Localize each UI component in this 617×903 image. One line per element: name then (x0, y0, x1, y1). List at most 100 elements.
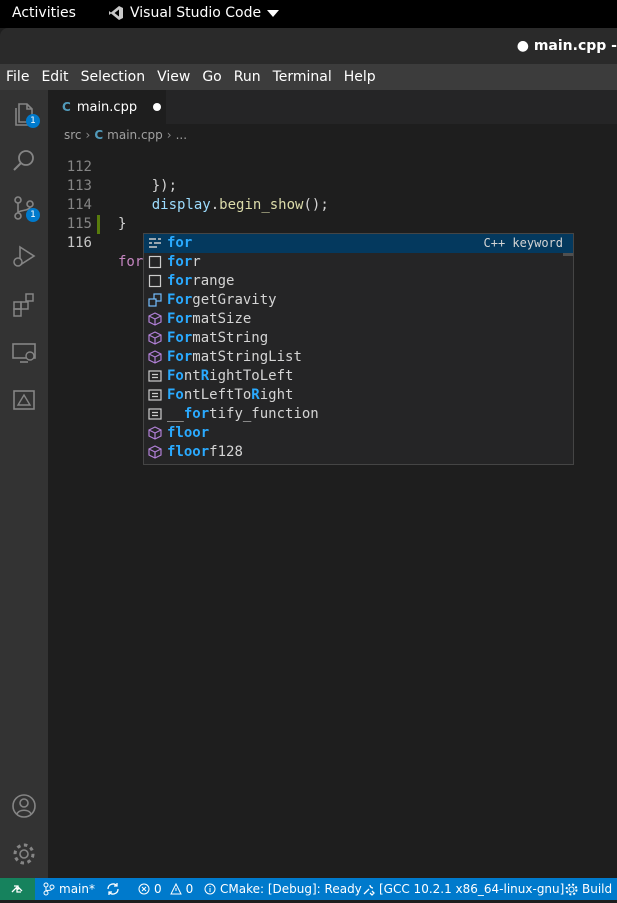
suggest-widget[interactable]: for C++ keyword forr forrange ForgetGravity F… (143, 233, 574, 465)
suggest-item[interactable]: FormatSize (144, 310, 573, 329)
suggest-item-label: FontLeftToRight (167, 387, 294, 403)
menu-terminal[interactable]: Terminal (267, 69, 338, 85)
suggest-item-label: for (167, 235, 193, 251)
explorer-badge: 1 (26, 114, 40, 128)
suggest-item-label: floorf128 (167, 444, 243, 460)
typed-keyword: for (118, 254, 144, 270)
vscode-app-icon (108, 5, 124, 21)
suggest-item[interactable]: FontRightToLeft (144, 367, 573, 386)
suggest-item[interactable]: FontLeftToRight (144, 386, 573, 405)
code-line: 115 (48, 196, 617, 232)
problems-status[interactable]: 0 0 (138, 878, 193, 900)
code-line: 112 }); (48, 146, 617, 194)
suggest-item-label: FormatString (167, 330, 269, 346)
kit-name: [GCC 10.2.1 x86_64-linux-gnu] (379, 882, 565, 896)
line-number: 116 (66, 235, 92, 251)
remote-explorer-icon[interactable] (10, 338, 38, 366)
source-control-icon[interactable]: 1 (10, 194, 40, 222)
menu-run[interactable]: Run (228, 69, 267, 85)
menu-bar: File Edit Selection View Go Run Terminal… (0, 64, 617, 90)
suggest-item-label: ForgetGravity (167, 292, 277, 308)
chevron-right-icon: › (166, 128, 172, 142)
line-text: for (118, 253, 146, 272)
search-icon[interactable] (10, 147, 38, 175)
activity-bar: 1 1 (0, 90, 48, 878)
menu-edit[interactable]: Edit (35, 69, 74, 85)
cmake-status[interactable]: CMake: [Debug]: Ready (204, 878, 362, 900)
code-line: 114 } (48, 177, 617, 232)
cmake-icon[interactable] (10, 386, 38, 414)
menu-go[interactable]: Go (196, 69, 227, 85)
cmake-status-text: CMake: [Debug]: Ready (220, 882, 362, 896)
suggest-item[interactable]: forr (144, 253, 573, 272)
editor-tab-strip: C main.cpp (48, 90, 617, 124)
window-title: ● main.cpp - (516, 38, 617, 54)
suggest-item-label: FormatStringList (167, 349, 302, 365)
account-icon[interactable] (10, 792, 38, 820)
scm-badge: 1 (26, 208, 40, 222)
extensions-icon[interactable] (10, 290, 38, 318)
snippet-icon (148, 255, 162, 269)
status-bar: main* 0 0 CMake: [Debug]: Ready [GCC 10.… (0, 878, 617, 900)
snippet-icon (148, 274, 162, 288)
tab-main-cpp[interactable]: C main.cpp (48, 90, 166, 124)
suggest-item-label: forr (167, 254, 201, 270)
suggest-item[interactable]: for C++ keyword (144, 234, 573, 253)
constant-icon (148, 407, 162, 421)
code-line: 113 display.begin_show(); (48, 158, 617, 213)
unsaved-dot-icon[interactable] (153, 103, 162, 111)
build-button[interactable]: Build (565, 878, 612, 900)
app-name: Visual Studio Code (130, 5, 262, 21)
tab-label: main.cpp (76, 99, 138, 115)
class-icon (148, 350, 162, 364)
suggest-item-detail: C++ keyword (483, 236, 563, 250)
suggest-item[interactable]: ForgetGravity (144, 291, 573, 310)
app-menu[interactable]: Visual Studio Code (108, 5, 280, 21)
explorer-icon[interactable]: 1 (10, 100, 40, 128)
build-label: Build (582, 882, 613, 896)
sync-icon[interactable] (106, 878, 120, 900)
chevron-right-icon: › (85, 128, 91, 142)
method-icon (148, 293, 162, 307)
suggest-item[interactable]: __fortify_function (144, 405, 573, 424)
menu-view[interactable]: View (151, 69, 196, 85)
suggest-item-label: FontRightToLeft (167, 368, 294, 384)
suggest-item[interactable]: FormatString (144, 329, 573, 348)
breadcrumb-more[interactable]: ... (176, 128, 187, 142)
menu-help[interactable]: Help (338, 69, 382, 85)
class-icon (148, 312, 162, 326)
menu-selection[interactable]: Selection (75, 69, 152, 85)
keyword-icon (148, 236, 162, 250)
menu-file[interactable]: File (0, 69, 35, 85)
breadcrumb: src › C main.cpp › ... (48, 124, 617, 146)
run-debug-icon[interactable] (10, 242, 38, 270)
breadcrumb-file[interactable]: main.cpp (107, 128, 163, 142)
code-line-active: 116 for (48, 215, 617, 271)
suggest-item-label: __fortify_function (167, 406, 319, 422)
gnome-top-bar: Activities Visual Studio Code (0, 0, 617, 28)
class-icon (148, 426, 162, 440)
remote-indicator[interactable] (0, 878, 35, 900)
breadcrumb-folder[interactable]: src (64, 128, 82, 142)
gear-icon[interactable] (10, 840, 38, 868)
suggest-item[interactable]: forrange (144, 272, 573, 291)
class-icon (148, 445, 162, 459)
class-icon (148, 331, 162, 345)
warning-count: 0 (185, 882, 194, 896)
chevron-down-icon (267, 8, 280, 18)
error-count: 0 (154, 882, 162, 896)
branch-status[interactable]: main* (43, 878, 95, 900)
window-title-bar: ● main.cpp - (0, 28, 617, 64)
suggest-item-label: floor (167, 425, 210, 441)
modified-line-indicator (97, 215, 100, 234)
suggest-item[interactable]: floorf128 (144, 443, 573, 462)
suggest-item[interactable]: FormatStringList (144, 348, 573, 367)
kit-status[interactable]: [GCC 10.2.1 x86_64-linux-gnu] (362, 878, 564, 900)
activities-button[interactable]: Activities (12, 5, 76, 21)
constant-icon (148, 369, 162, 383)
suggest-item[interactable]: floor (144, 424, 573, 443)
suggest-item-label: FormatSize (167, 311, 252, 327)
suggest-item-label: forrange (167, 273, 235, 289)
branch-name: main* (59, 882, 95, 896)
cpp-file-icon: C (62, 100, 71, 114)
